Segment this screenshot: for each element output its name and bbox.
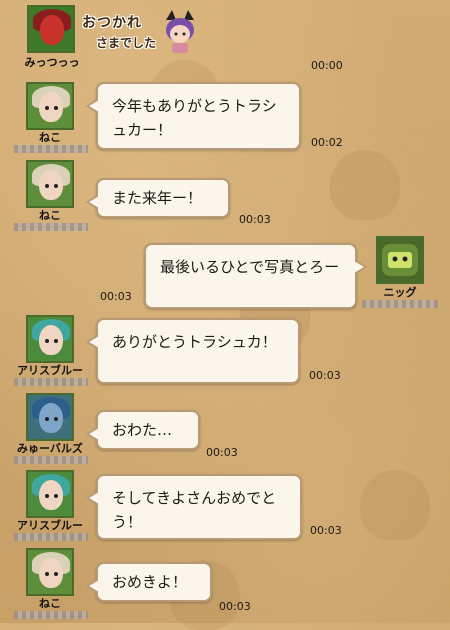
message-bubble[interactable]: ありがとうトラシュカ！: [86, 318, 300, 384]
message-time: 00:03: [310, 524, 342, 537]
avatar-blue-hair[interactable]: [26, 393, 74, 441]
message-text: 最後いるひとで写真とろー: [160, 258, 340, 276]
sender-name: アリスブルー: [17, 519, 83, 532]
avatar-blonde-girl[interactable]: [26, 160, 74, 208]
message-time: 00:03: [206, 446, 238, 459]
sender-name: ニッグ: [383, 286, 417, 299]
message-bubble[interactable]: 今年もありがとうトラシュカー！: [86, 82, 301, 150]
green-robot-icon: [382, 244, 418, 276]
background-slime-watermark: [330, 150, 400, 220]
message-time: 00:03: [219, 600, 251, 613]
message-text: 今年もありがとうトラシュカー！: [112, 97, 277, 139]
sender-name: ねこ: [39, 597, 61, 610]
avatar-green-robot[interactable]: [376, 236, 424, 284]
sender-name: ねこ: [39, 209, 61, 222]
avatar-blonde-girl[interactable]: [26, 548, 74, 596]
message-time: 00:03: [100, 290, 132, 303]
background-slime-watermark: [360, 470, 430, 540]
sender-subtitle-masked: [14, 533, 88, 541]
avatar-red-demon[interactable]: [27, 5, 75, 53]
message-text: ありがとうトラシュカ！: [112, 333, 277, 351]
message-text: おわた…: [112, 421, 173, 439]
message-bubble[interactable]: 最後いるひとで写真とろー: [144, 243, 367, 309]
message-text: そしてきよさんおめでとう！: [112, 489, 277, 531]
sender-subtitle-masked: [362, 300, 438, 308]
sender-subtitle-masked: [14, 145, 88, 153]
message-text: また来年ー！: [112, 189, 203, 207]
sender-name: みっつっっ: [24, 56, 80, 69]
cat-ear-chibi-icon: [162, 10, 198, 54]
sender-name: みゅーバルズ: [17, 442, 83, 455]
sender-subtitle-masked: [14, 456, 88, 464]
message-time: 00:02: [311, 136, 343, 149]
sender-name: ねこ: [39, 131, 61, 144]
stamp-text-line2: さまでした: [96, 36, 157, 50]
message-bubble[interactable]: そしてきよさんおめでとう！: [86, 474, 302, 540]
sender-subtitle-masked: [14, 223, 88, 231]
message-text: おめきよ！: [112, 573, 188, 591]
message-time: 00:03: [309, 369, 341, 382]
message-bubble[interactable]: また来年ー！: [86, 178, 230, 218]
sender-name: アリスブルー: [17, 364, 83, 377]
avatar-teal-hat-girl[interactable]: [26, 315, 74, 363]
avatar-teal-hat-girl[interactable]: [26, 470, 74, 518]
avatar-blonde-girl[interactable]: [26, 82, 74, 130]
message-bubble[interactable]: おめきよ！: [86, 562, 212, 602]
message-time: 00:00: [311, 59, 343, 72]
sender-subtitle-masked: [14, 378, 88, 386]
message-bubble[interactable]: おわた…: [86, 410, 200, 450]
message-time: 00:03: [239, 213, 271, 226]
sender-subtitle-masked: [14, 611, 88, 619]
otsukare-stamp[interactable]: おつかれ さまでした: [82, 6, 200, 58]
stamp-text-line1: おつかれ: [82, 15, 142, 31]
